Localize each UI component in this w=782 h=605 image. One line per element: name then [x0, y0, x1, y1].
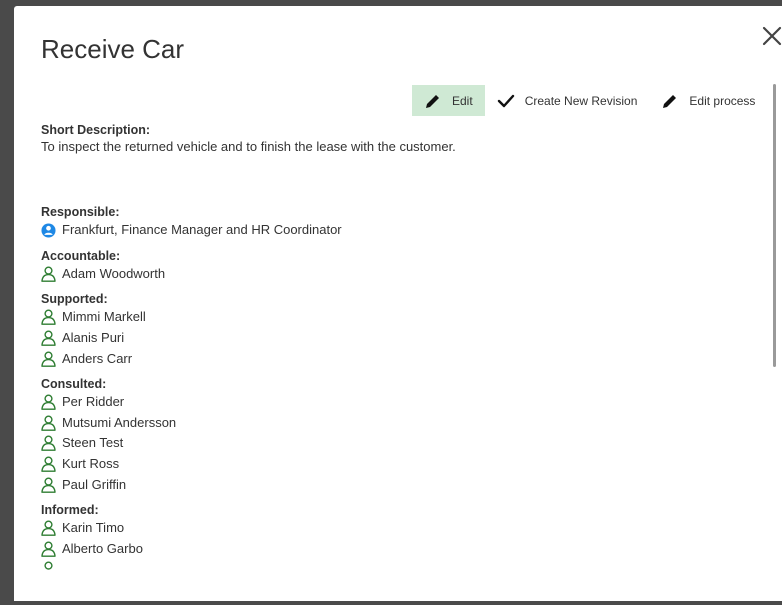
list-item: Adam Woodworth [41, 264, 741, 285]
supported-name: Mimmi Markell [62, 309, 146, 325]
short-description-label: Short Description: [41, 123, 151, 137]
accountable-label: Accountable: [41, 248, 121, 263]
person-icon [41, 520, 56, 537]
informed-name: Karin Timo [62, 520, 125, 536]
dialog-title: Receive Car [41, 34, 185, 64]
responsible-name: Frankfurt, Finance Manager and HR Coordi… [62, 222, 342, 238]
list-item: Karin Timo [41, 518, 741, 539]
person-icon [41, 477, 56, 493]
edit-button[interactable]: Edit [412, 85, 485, 116]
informed-label: Informed: [41, 502, 99, 517]
process-dialog: Receive Car Edit Create New Revision Edi… [14, 6, 782, 605]
consulted-label: Consulted: [41, 376, 107, 391]
list-item-partial [41, 559, 741, 580]
edit-button-label: Edit [452, 93, 473, 108]
edit-process-label: Edit process [689, 93, 756, 108]
list-item: Frankfurt, Finance Manager and HR Coordi… [41, 220, 741, 241]
process-details: Short Description: To inspect the return… [41, 122, 741, 580]
accountable-name: Adam Woodworth [62, 265, 166, 281]
checkmark-icon [497, 94, 514, 107]
edit-process-button[interactable]: Edit process [649, 85, 767, 116]
informed-section: Informed: Karin Timo Alberto Garbo [41, 502, 741, 580]
consulted-section: Consulted: Per Ridder Mutsumi Andersson … [41, 376, 741, 495]
supported-name: Alanis Puri [62, 330, 125, 346]
close-button[interactable] [761, 24, 782, 48]
person-icon [41, 309, 56, 326]
list-item: Alberto Garbo [41, 539, 741, 560]
consulted-name: Kurt Ross [62, 456, 120, 472]
pencil-icon [663, 94, 677, 108]
toolbar: Edit Create New Revision Edit process [412, 85, 767, 116]
short-description-section: Short Description: To inspect the return… [41, 122, 741, 156]
supported-section: Supported: Mimmi Markell Alanis Puri And… [41, 291, 741, 369]
person-icon [44, 561, 53, 571]
list-item: Anders Carr [41, 348, 741, 369]
consulted-name: Paul Griffin [62, 476, 127, 492]
list-item: Alanis Puri [41, 328, 741, 349]
person-icon [41, 435, 56, 452]
consulted-name: Per Ridder [62, 394, 125, 410]
person-icon [41, 266, 56, 282]
scrollbar[interactable] [773, 84, 776, 367]
supported-label: Supported: [41, 292, 108, 307]
supported-name: Anders Carr [62, 350, 133, 366]
close-icon [762, 26, 782, 46]
consulted-name: Steen Test [62, 435, 124, 451]
consulted-name: Mutsumi Andersson [62, 414, 177, 430]
list-item: Steen Test [41, 433, 741, 454]
create-new-revision-button[interactable]: Create New Revision [485, 85, 650, 116]
person-icon [41, 456, 56, 472]
short-description-text: To inspect the returned vehicle and to f… [41, 139, 456, 154]
list-item: Mimmi Markell [41, 307, 741, 328]
person-icon [41, 394, 56, 411]
list-item: Kurt Ross [41, 454, 741, 475]
group-icon [41, 223, 56, 238]
person-icon [41, 330, 56, 346]
pencil-icon [426, 94, 439, 108]
list-item: Mutsumi Andersson [41, 413, 741, 434]
informed-name: Alberto Garbo [62, 540, 143, 556]
person-icon [41, 541, 56, 557]
responsible-label: Responsible: [41, 205, 120, 219]
list-item: Per Ridder [41, 392, 741, 413]
accountable-section: Accountable: Adam Woodworth [41, 248, 741, 285]
person-icon [41, 351, 56, 367]
list-item: Paul Griffin [41, 474, 741, 495]
person-icon [41, 415, 56, 431]
responsible-section: Responsible: Frankfurt, Finance Manager … [41, 204, 741, 241]
dialog-bottom-edge [14, 601, 782, 605]
create-new-revision-label: Create New Revision [524, 93, 638, 108]
